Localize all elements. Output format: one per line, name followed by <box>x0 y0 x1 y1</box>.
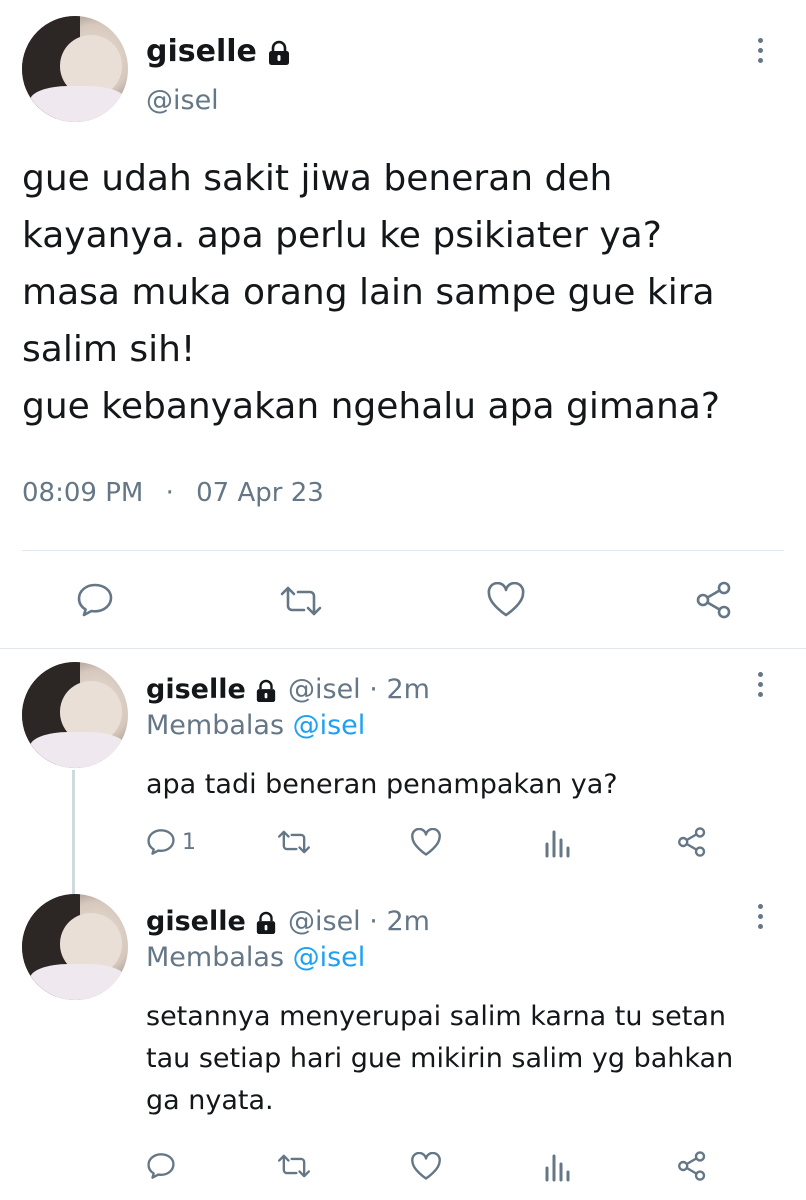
display-name-text: giselle <box>146 906 246 937</box>
share-icon <box>678 1151 706 1181</box>
share-button[interactable] <box>694 580 734 620</box>
reply-button[interactable] <box>146 1152 176 1180</box>
tweet-text-line: masa muka orang lain sampe gue kira <box>22 272 715 313</box>
mention-link[interactable]: @isel <box>293 710 366 741</box>
more-vertical-icon[interactable] <box>750 902 770 932</box>
display-name-text: giselle <box>146 34 257 69</box>
handle[interactable]: @isel <box>146 85 219 116</box>
age: 2m <box>386 674 430 705</box>
display-name-text: giselle <box>146 674 246 705</box>
display-name[interactable]: giselle <box>146 34 291 69</box>
tweet-text-line: gue kebanyakan ngehalu apa gimana? <box>22 386 720 427</box>
lock-icon <box>257 911 276 934</box>
like-button[interactable] <box>486 582 526 618</box>
heart-icon <box>411 1152 441 1180</box>
analytics-icon <box>545 830 570 858</box>
tweet-text-line: gue udah sakit jiwa beneran deh <box>22 158 613 199</box>
tweet-text-line: salim sih! <box>22 329 196 370</box>
tweet-text-line: apa tadi beneran penampakan ya? <box>146 769 618 800</box>
thread-line <box>72 770 75 898</box>
reply-button[interactable] <box>76 582 114 618</box>
retweet-button[interactable] <box>276 830 312 854</box>
share-button[interactable] <box>676 826 708 858</box>
handle-and-age[interactable]: @isel · 2m <box>288 674 430 705</box>
avatar[interactable] <box>22 662 128 768</box>
mention-link[interactable]: @isel <box>293 942 366 973</box>
divider <box>22 550 784 551</box>
meta-separator: · <box>165 478 174 508</box>
more-vertical-icon[interactable] <box>750 670 770 700</box>
share-button[interactable] <box>676 1150 708 1182</box>
tweet-text: setannya menyerupai salim karna tu setan… <box>146 996 733 1122</box>
like-button[interactable] <box>410 1152 442 1181</box>
share-icon <box>678 827 706 857</box>
heart-icon <box>411 828 441 856</box>
analytics-button[interactable] <box>544 1152 572 1182</box>
meta-separator: · <box>369 674 378 705</box>
lock-icon <box>257 679 276 702</box>
reply-button[interactable] <box>146 828 176 856</box>
display-name[interactable]: giselle <box>146 674 277 705</box>
tweet-text-line: kayanya. apa perlu ke psikiater ya? <box>22 215 662 256</box>
display-name[interactable]: giselle <box>146 906 277 937</box>
share-icon <box>696 581 731 619</box>
tweet-date: 07 Apr 23 <box>196 478 324 508</box>
heart-icon <box>487 582 525 617</box>
replying-to: Membalas @isel <box>146 942 365 973</box>
reply-icon <box>147 829 175 855</box>
lock-icon <box>269 40 290 65</box>
avatar[interactable] <box>22 894 128 1000</box>
replying-to-label: Membalas <box>146 942 285 973</box>
analytics-icon <box>545 1154 570 1182</box>
tweet-text-line: setannya menyerupai salim karna tu setan <box>146 1001 727 1032</box>
retweet-icon <box>280 586 322 616</box>
replying-to-label: Membalas <box>146 710 285 741</box>
handle: @isel <box>288 906 361 937</box>
tweet-text: apa tadi beneran penampakan ya? <box>146 764 618 806</box>
retweet-button[interactable] <box>278 586 324 616</box>
divider <box>0 648 806 649</box>
reply-icon <box>147 1153 175 1179</box>
more-vertical-icon[interactable] <box>750 36 770 66</box>
handle: @isel <box>288 674 361 705</box>
retweet-icon <box>277 1154 311 1178</box>
analytics-button[interactable] <box>544 828 572 858</box>
like-button[interactable] <box>410 828 442 857</box>
handle-and-age[interactable]: @isel · 2m <box>288 906 430 937</box>
tweet-text-line: tau setiap hari gue mikirin salim yg bah… <box>146 1043 734 1074</box>
age: 2m <box>386 906 430 937</box>
tweet-time: 08:09 PM <box>22 478 144 508</box>
retweet-icon <box>277 830 311 854</box>
tweet-text: gue udah sakit jiwa beneran deh kayanya.… <box>22 150 792 435</box>
meta-separator: · <box>369 906 378 937</box>
reply-icon <box>77 583 113 617</box>
tweet-timestamp[interactable]: 08:09 PM · 07 Apr 23 <box>22 478 324 508</box>
avatar[interactable] <box>22 16 128 122</box>
reply-count: 1 <box>182 830 196 855</box>
retweet-button[interactable] <box>276 1154 312 1178</box>
replying-to: Membalas @isel <box>146 710 365 741</box>
tweet-text-line: ga nyata. <box>146 1085 274 1116</box>
